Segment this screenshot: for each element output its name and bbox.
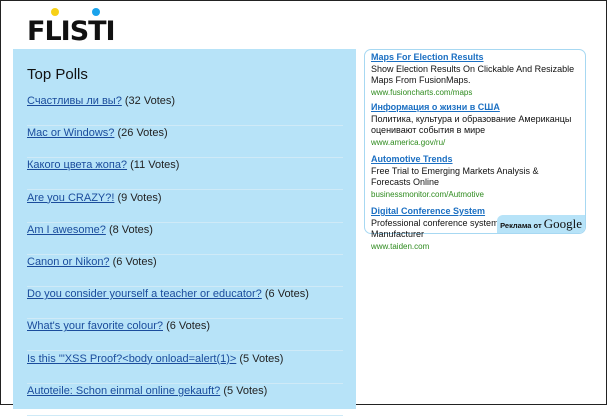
flisti-logo[interactable]: FLISTI [27, 7, 116, 47]
ad-url[interactable]: www.taiden.com [371, 241, 579, 253]
ad-title-link[interactable]: Automotive Trends [371, 154, 579, 166]
poll-link[interactable]: Mac or Windows? [27, 127, 114, 139]
poll-votes: (6 Votes) [166, 320, 211, 333]
poll-item: Какого цвета жопа? (11 Votes) [27, 158, 343, 191]
ad-description: Show Election Results On Clickable And R… [371, 63, 575, 86]
ad-title-link[interactable]: Maps For Election Results [371, 52, 579, 64]
poll-link[interactable]: Autoteile: Schon einmal online gekauft? [27, 385, 220, 397]
poll-link[interactable]: Какого цвета жопа? [27, 159, 127, 171]
poll-votes: (9 Votes) [117, 191, 162, 204]
ad-item: Информация о жизни в США Политика, культу… [371, 102, 579, 148]
ad-title-link[interactable]: Информация о жизни в США [371, 102, 579, 114]
poll-votes: (26 Votes) [117, 127, 168, 140]
google-ads-box: Maps For Election Results Show Election R… [364, 49, 586, 251]
poll-item: Autoteile: Schon einmal online gekauft? … [27, 384, 343, 416]
poll-item: What's your favorite colour? (6 Votes) [27, 319, 343, 352]
poll-item: Счастливы ли вы? (32 Votes) [27, 94, 343, 126]
ad-url[interactable]: www.america.gov/ru/ [371, 137, 579, 149]
poll-votes: (5 Votes) [223, 384, 268, 397]
logo-text: FLISTI [27, 16, 116, 47]
poll-votes: (6 Votes) [264, 288, 309, 301]
poll-item: Do you consider yourself a teacher or ed… [27, 287, 343, 320]
poll-link[interactable]: Am I awesome? [27, 224, 106, 236]
poll-item: Mac or Windows? (26 Votes) [27, 126, 343, 159]
poll-item: Am I awesome? (8 Votes) [27, 223, 343, 255]
ads-badge-label: Реклама от [500, 221, 542, 230]
ad-url[interactable]: businessmonitor.com/Autmotive [371, 189, 579, 201]
poll-link[interactable]: Is this '"XSS Proof?<body onload=alert(1… [27, 353, 236, 365]
poll-votes: (8 Votes) [108, 223, 153, 236]
poll-link[interactable]: Do you consider yourself a teacher or ed… [27, 288, 262, 300]
ad-item: Automotive Trends Free Trial to Emerging … [371, 154, 579, 200]
poll-item: Is this '"XSS Proof?<body onload=alert(1… [27, 352, 343, 384]
top-polls-panel: Top Polls Счастливы ли вы? (32 Votes) Mac… [13, 49, 356, 416]
poll-votes: (6 Votes) [112, 256, 157, 268]
ad-description: Free Trial to Emerging Markets Analysis … [371, 165, 539, 188]
poll-item: Canon or Nikon? (6 Votes) [27, 255, 343, 287]
poll-votes: (5 Votes) [239, 352, 284, 365]
poll-link[interactable]: Are you CRAZY?! [27, 192, 114, 204]
top-polls-heading: Top Polls [27, 66, 88, 83]
poll-link[interactable]: Счастливы ли вы? [27, 95, 122, 107]
logo-dot-yellow [51, 8, 59, 16]
poll-item: Are you CRAZY?! (9 Votes) [27, 191, 343, 223]
poll-link[interactable]: What's your favorite colour? [27, 320, 163, 332]
ad-url[interactable]: www.fusioncharts.com/maps [371, 87, 579, 99]
ads-by-google-badge[interactable]: Реклама от Google [497, 215, 585, 233]
poll-votes: (32 Votes) [124, 95, 176, 107]
logo-dot-blue [92, 8, 100, 16]
ad-item: Maps For Election Results Show Election R… [371, 52, 579, 98]
google-logo: Google [543, 216, 582, 231]
poll-votes: (11 Votes) [130, 159, 180, 172]
ad-description: Политика, культура и образование Америка… [371, 113, 572, 136]
poll-link[interactable]: Canon or Nikon? [27, 256, 110, 268]
